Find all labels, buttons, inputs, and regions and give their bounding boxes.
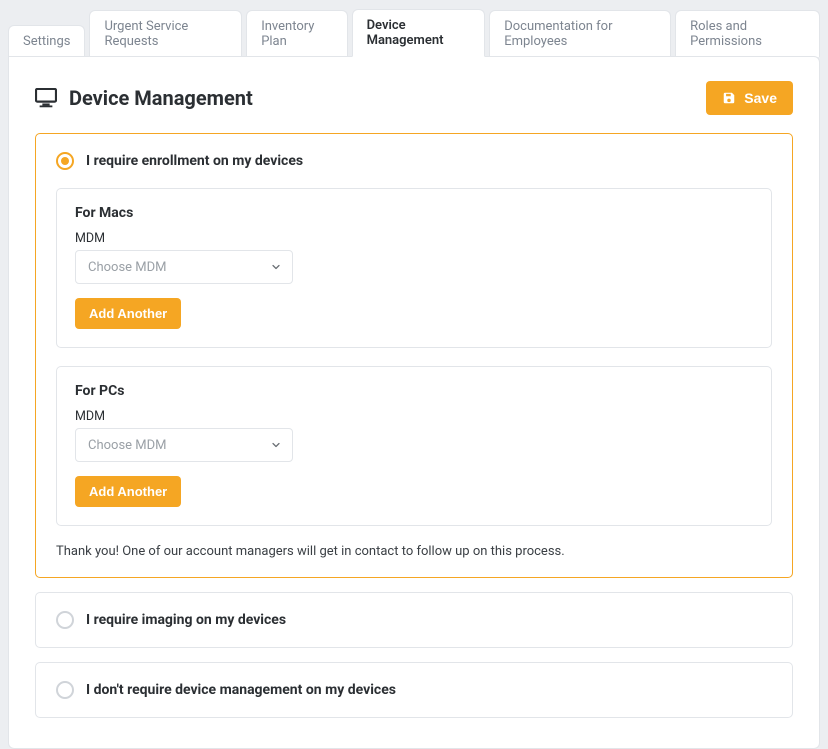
tab-label: Device Management bbox=[367, 18, 444, 48]
panel-header: Device Management Save bbox=[35, 81, 793, 115]
button-label: Add Another bbox=[89, 306, 167, 321]
radio-imaging[interactable] bbox=[56, 611, 74, 629]
page-title: Device Management bbox=[69, 86, 253, 110]
pcs-mdm-placeholder: Choose MDM bbox=[88, 438, 167, 453]
macs-mdm-select[interactable]: Choose MDM bbox=[75, 250, 293, 284]
subcard-macs-title: For Macs bbox=[75, 205, 753, 221]
tab-label: Inventory Plan bbox=[261, 19, 314, 49]
panel-device-management: Device Management Save I require enrollm… bbox=[8, 56, 820, 749]
tab-label: Documentation for Employees bbox=[504, 19, 612, 49]
tab-device-management[interactable]: Device Management bbox=[352, 9, 486, 57]
option-none-head: I don't require device management on my … bbox=[56, 681, 772, 699]
save-icon bbox=[722, 91, 736, 105]
tab-label: Roles and Permissions bbox=[690, 19, 762, 49]
save-button[interactable]: Save bbox=[706, 81, 793, 115]
pcs-mdm-select[interactable]: Choose MDM bbox=[75, 428, 293, 462]
option-enrollment-head: I require enrollment on my devices bbox=[56, 152, 772, 170]
option-enrollment-label: I require enrollment on my devices bbox=[86, 153, 303, 169]
option-imaging-label: I require imaging on my devices bbox=[86, 612, 286, 628]
tab-label: Urgent Service Requests bbox=[104, 19, 188, 49]
button-label: Add Another bbox=[89, 484, 167, 499]
pcs-add-another-button[interactable]: Add Another bbox=[75, 476, 181, 507]
option-none-label: I don't require device management on my … bbox=[86, 682, 396, 698]
save-button-label: Save bbox=[744, 90, 777, 106]
monitor-icon bbox=[35, 88, 57, 108]
subcard-macs: For Macs MDM Choose MDM Add Another bbox=[56, 188, 772, 348]
enrollment-note: Thank you! One of our account managers w… bbox=[56, 544, 772, 559]
tab-documentation-for-employees[interactable]: Documentation for Employees bbox=[489, 10, 671, 57]
tab-urgent-service-requests[interactable]: Urgent Service Requests bbox=[89, 10, 242, 57]
tab-bar: Settings Urgent Service Requests Invento… bbox=[8, 8, 820, 56]
macs-mdm-placeholder: Choose MDM bbox=[88, 260, 167, 275]
radio-enrollment[interactable] bbox=[56, 152, 74, 170]
macs-mdm-label: MDM bbox=[75, 231, 753, 246]
option-imaging[interactable]: I require imaging on my devices bbox=[35, 592, 793, 648]
chevron-down-icon bbox=[270, 261, 282, 273]
tab-roles-and-permissions[interactable]: Roles and Permissions bbox=[675, 10, 820, 57]
option-none[interactable]: I don't require device management on my … bbox=[35, 662, 793, 718]
radio-none[interactable] bbox=[56, 681, 74, 699]
tab-inventory-plan[interactable]: Inventory Plan bbox=[246, 10, 347, 57]
macs-add-another-button[interactable]: Add Another bbox=[75, 298, 181, 329]
option-enrollment[interactable]: I require enrollment on my devices For M… bbox=[35, 133, 793, 578]
subcard-pcs-title: For PCs bbox=[75, 383, 753, 399]
tab-settings[interactable]: Settings bbox=[8, 25, 85, 57]
subcard-pcs: For PCs MDM Choose MDM Add Another bbox=[56, 366, 772, 526]
tab-label: Settings bbox=[23, 34, 70, 49]
option-imaging-head: I require imaging on my devices bbox=[56, 611, 772, 629]
pcs-mdm-label: MDM bbox=[75, 409, 753, 424]
chevron-down-icon bbox=[270, 439, 282, 451]
